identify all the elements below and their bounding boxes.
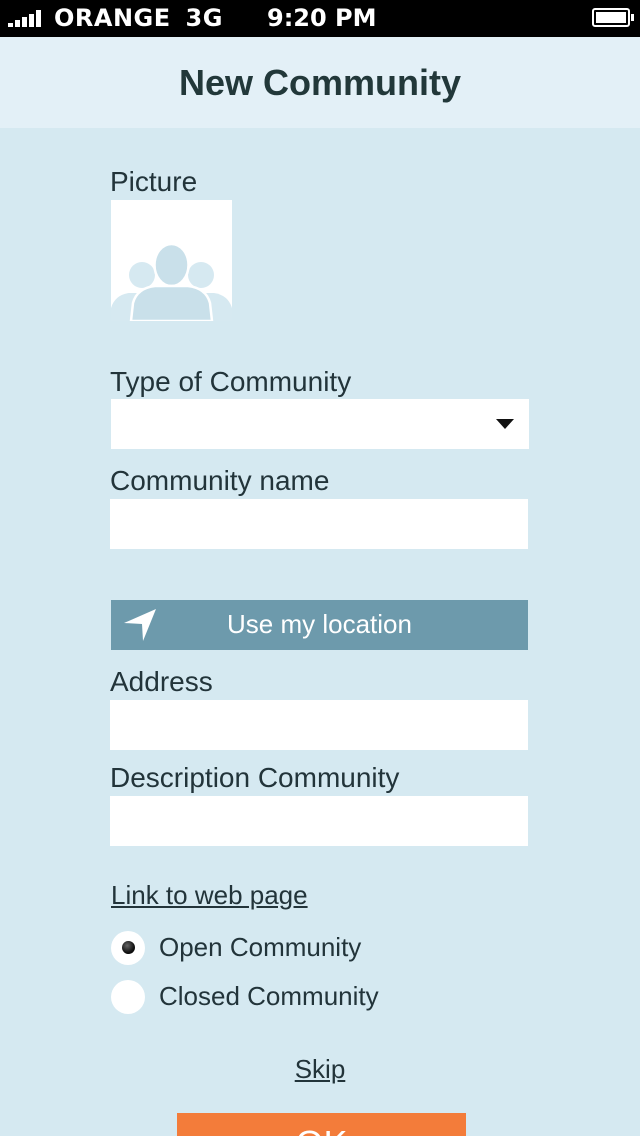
carrier-name: ORANGE 3G [54,4,223,32]
type-label: Type of Community [110,366,352,397]
skip-link[interactable]: Skip [295,1054,346,1084]
open-community-label: Open Community [159,932,362,962]
picture-label: Picture [110,166,198,197]
address-label: Address [110,666,213,697]
status-time: 9:20 PM [267,4,377,32]
page-title: New Community [178,62,462,103]
ok-button[interactable]: OK [177,1113,466,1136]
description-label: Description Community [110,762,400,793]
signal-strength-icon [8,10,48,27]
battery-icon [592,8,634,27]
description-input[interactable] [110,796,528,846]
name-label: Community name [110,465,330,496]
radio-button-unchecked[interactable] [111,980,145,1014]
closed-community-label: Closed Community [159,981,379,1011]
community-type-select[interactable] [111,399,529,449]
address-input[interactable] [110,700,528,750]
chevron-down-icon [496,419,514,429]
group-avatar-icon [111,242,232,321]
use-location-button[interactable]: Use my location [111,600,528,650]
skip-container: Skip [0,1054,640,1085]
community-picture-picker[interactable] [111,200,232,321]
web-page-link[interactable]: Link to web page [111,880,308,911]
use-location-label: Use my location [227,609,412,639]
status-bar: ORANGE 3G 9:20 PM [0,0,640,37]
radio-button-checked[interactable] [111,931,145,965]
nav-header: New Community [0,37,640,128]
community-name-input[interactable] [110,499,528,549]
